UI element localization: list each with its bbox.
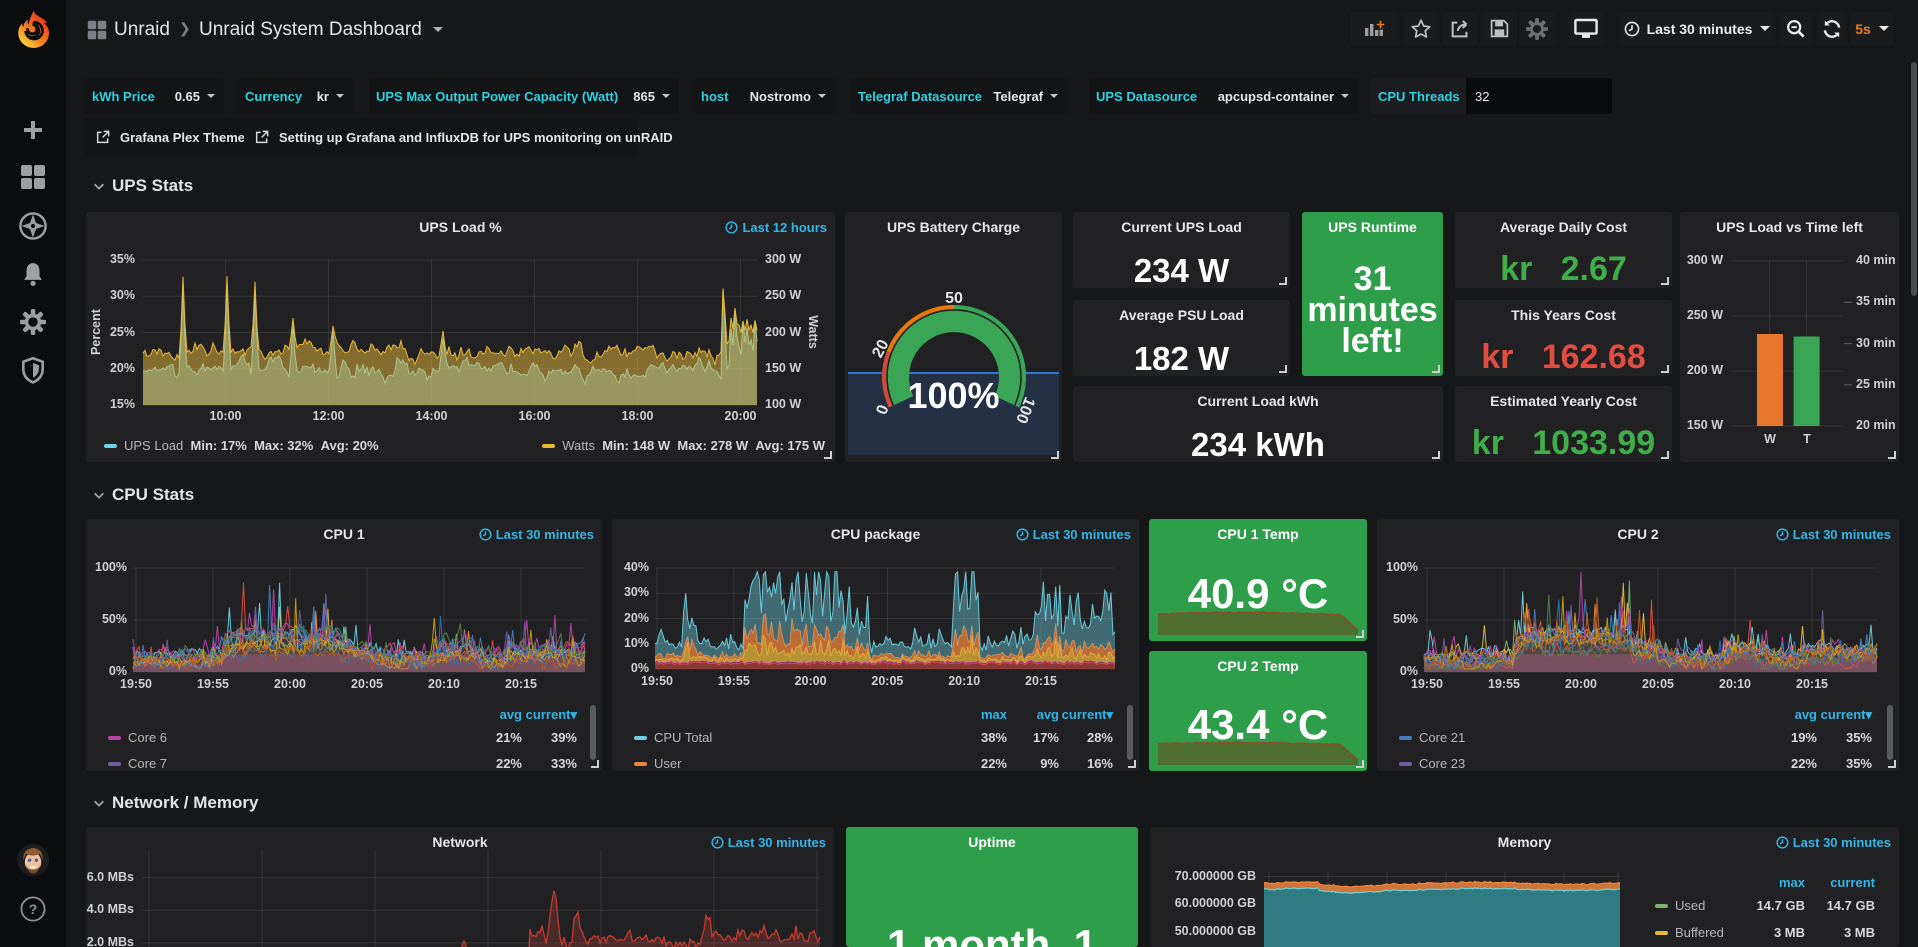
svg-text:?: ? (29, 901, 38, 917)
svg-text:50: 50 (945, 290, 963, 307)
